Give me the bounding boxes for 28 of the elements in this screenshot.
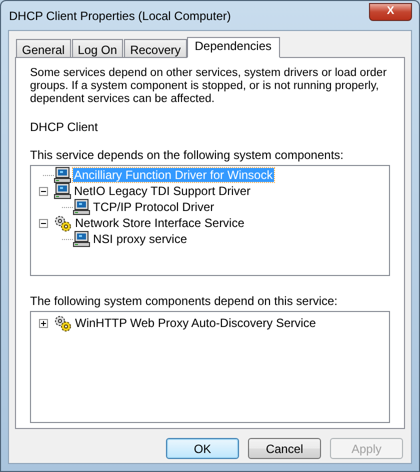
computer-icon bbox=[54, 167, 71, 183]
tab[interactable]: General bbox=[16, 39, 71, 57]
gears-icon bbox=[54, 314, 72, 332]
tree-item[interactable]: NetIO Legacy TDI Support Driver bbox=[73, 184, 252, 198]
description-text: Some services depend on other services, system drivers or load order groups. If a system component is stopped, or is not running properly, dependent services can be affected. bbox=[30, 67, 388, 106]
depends-on-label: This service depends on the following system components: bbox=[30, 147, 344, 164]
service-name: DHCP Client bbox=[30, 119, 99, 136]
collapse-icon[interactable] bbox=[39, 186, 48, 196]
tab[interactable]: Log On bbox=[72, 39, 124, 57]
dialog-button[interactable]: Cancel bbox=[248, 438, 321, 459]
computer-icon bbox=[73, 231, 90, 247]
tree-item[interactable]: TCP/IP Protocol Driver bbox=[92, 200, 216, 214]
gears-icon bbox=[54, 214, 72, 232]
computer-icon bbox=[73, 199, 90, 215]
tree-item[interactable]: WinHTTP Web Proxy Auto-Discovery Service bbox=[74, 316, 317, 330]
tree-item[interactable]: Network Store Interface Service bbox=[74, 216, 246, 230]
computer-icon bbox=[54, 183, 71, 199]
collapse-icon[interactable] bbox=[39, 218, 48, 228]
tab[interactable]: Dependencies bbox=[186, 37, 280, 58]
dialog-button[interactable]: OK bbox=[166, 438, 239, 459]
window-title: DHCP Client Properties (Local Computer) bbox=[9, 8, 231, 24]
tree-item[interactable]: NSI proxy service bbox=[92, 232, 188, 246]
depends-on-tree[interactable]: Ancilliary Function Driver for Winsock NetIO Legacy TDI Support Driver TCP/IP Protocol Driver Network Store Interface Service NSI proxy service bbox=[30, 165, 390, 276]
dependents-tree[interactable]: WinHTTP Web Proxy Auto-Discovery Service bbox=[30, 311, 390, 423]
expand-icon[interactable] bbox=[39, 318, 48, 328]
close-button[interactable]: X bbox=[369, 2, 412, 20]
dependents-label: The following system components depend on this service: bbox=[30, 293, 338, 310]
tab[interactable]: Recovery bbox=[124, 39, 187, 57]
